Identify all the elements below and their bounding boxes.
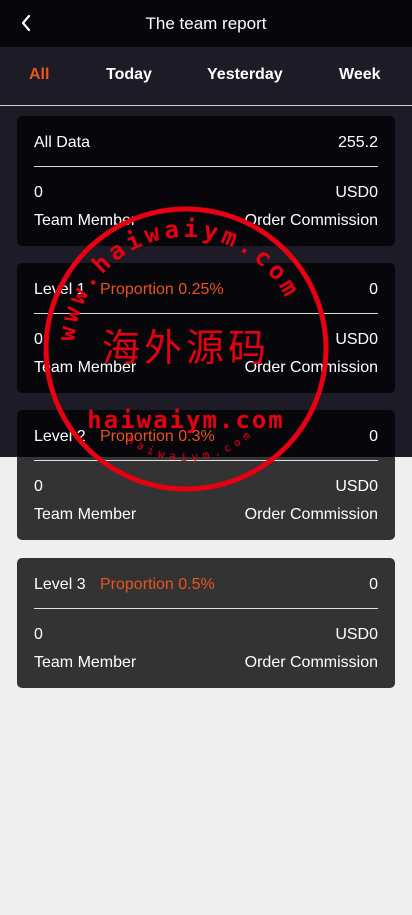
order-commission-value: USD0 bbox=[335, 626, 378, 643]
order-commission-label: Order Commission bbox=[244, 506, 378, 523]
team-member-count: 0 bbox=[34, 478, 43, 495]
date-filter-tabs: All Today Yesterday Week bbox=[0, 48, 412, 106]
team-member-count: 0 bbox=[34, 331, 43, 348]
page-title: The team report bbox=[145, 13, 267, 33]
divider bbox=[34, 460, 378, 461]
chevron-left-icon bbox=[21, 14, 31, 32]
app-header: The team report bbox=[0, 0, 412, 47]
team-member-count: 0 bbox=[34, 626, 43, 643]
order-commission-value: USD0 bbox=[335, 478, 378, 495]
level-value: 0 bbox=[369, 576, 378, 593]
level-proportion: Proportion 0.3% bbox=[100, 428, 215, 445]
summary-label: All Data bbox=[34, 134, 91, 151]
tab-all[interactable]: All bbox=[29, 66, 49, 84]
team-member-label: Team Member bbox=[34, 506, 137, 523]
order-commission-label: Order Commission bbox=[244, 654, 378, 671]
order-commission-value: USD0 bbox=[335, 331, 378, 348]
divider bbox=[34, 608, 378, 609]
level-proportion: Proportion 0.5% bbox=[100, 576, 215, 593]
level-card-2: Level 2 Proportion 0.3% 0 0 USD0 Team Me… bbox=[17, 410, 395, 540]
team-member-count: 0 bbox=[34, 184, 43, 201]
order-commission-label: Order Commission bbox=[244, 359, 378, 376]
divider bbox=[34, 313, 378, 314]
summary-value: 255.2 bbox=[337, 134, 378, 151]
back-button[interactable] bbox=[14, 10, 38, 36]
summary-card: All Data 255.2 0 USD0 Team Member Order … bbox=[17, 116, 395, 246]
order-commission-value: USD0 bbox=[335, 184, 378, 201]
level-label: Level 1 bbox=[34, 281, 86, 298]
team-member-label: Team Member bbox=[34, 359, 137, 376]
level-label: Level 3 bbox=[34, 576, 86, 593]
level-proportion: Proportion 0.25% bbox=[100, 281, 224, 298]
team-member-label: Team Member bbox=[34, 212, 137, 229]
level-value: 0 bbox=[369, 428, 378, 445]
level-card-3: Level 3 Proportion 0.5% 0 0 USD0 Team Me… bbox=[17, 558, 395, 688]
level-card-1: Level 1 Proportion 0.25% 0 0 USD0 Team M… bbox=[17, 263, 395, 393]
order-commission-label: Order Commission bbox=[244, 212, 378, 229]
tab-today[interactable]: Today bbox=[106, 66, 152, 84]
tab-week[interactable]: Week bbox=[339, 66, 381, 84]
level-value: 0 bbox=[369, 281, 378, 298]
divider bbox=[34, 166, 378, 167]
tab-yesterday[interactable]: Yesterday bbox=[207, 66, 283, 84]
level-label: Level 2 bbox=[34, 428, 86, 445]
team-member-label: Team Member bbox=[34, 654, 137, 671]
